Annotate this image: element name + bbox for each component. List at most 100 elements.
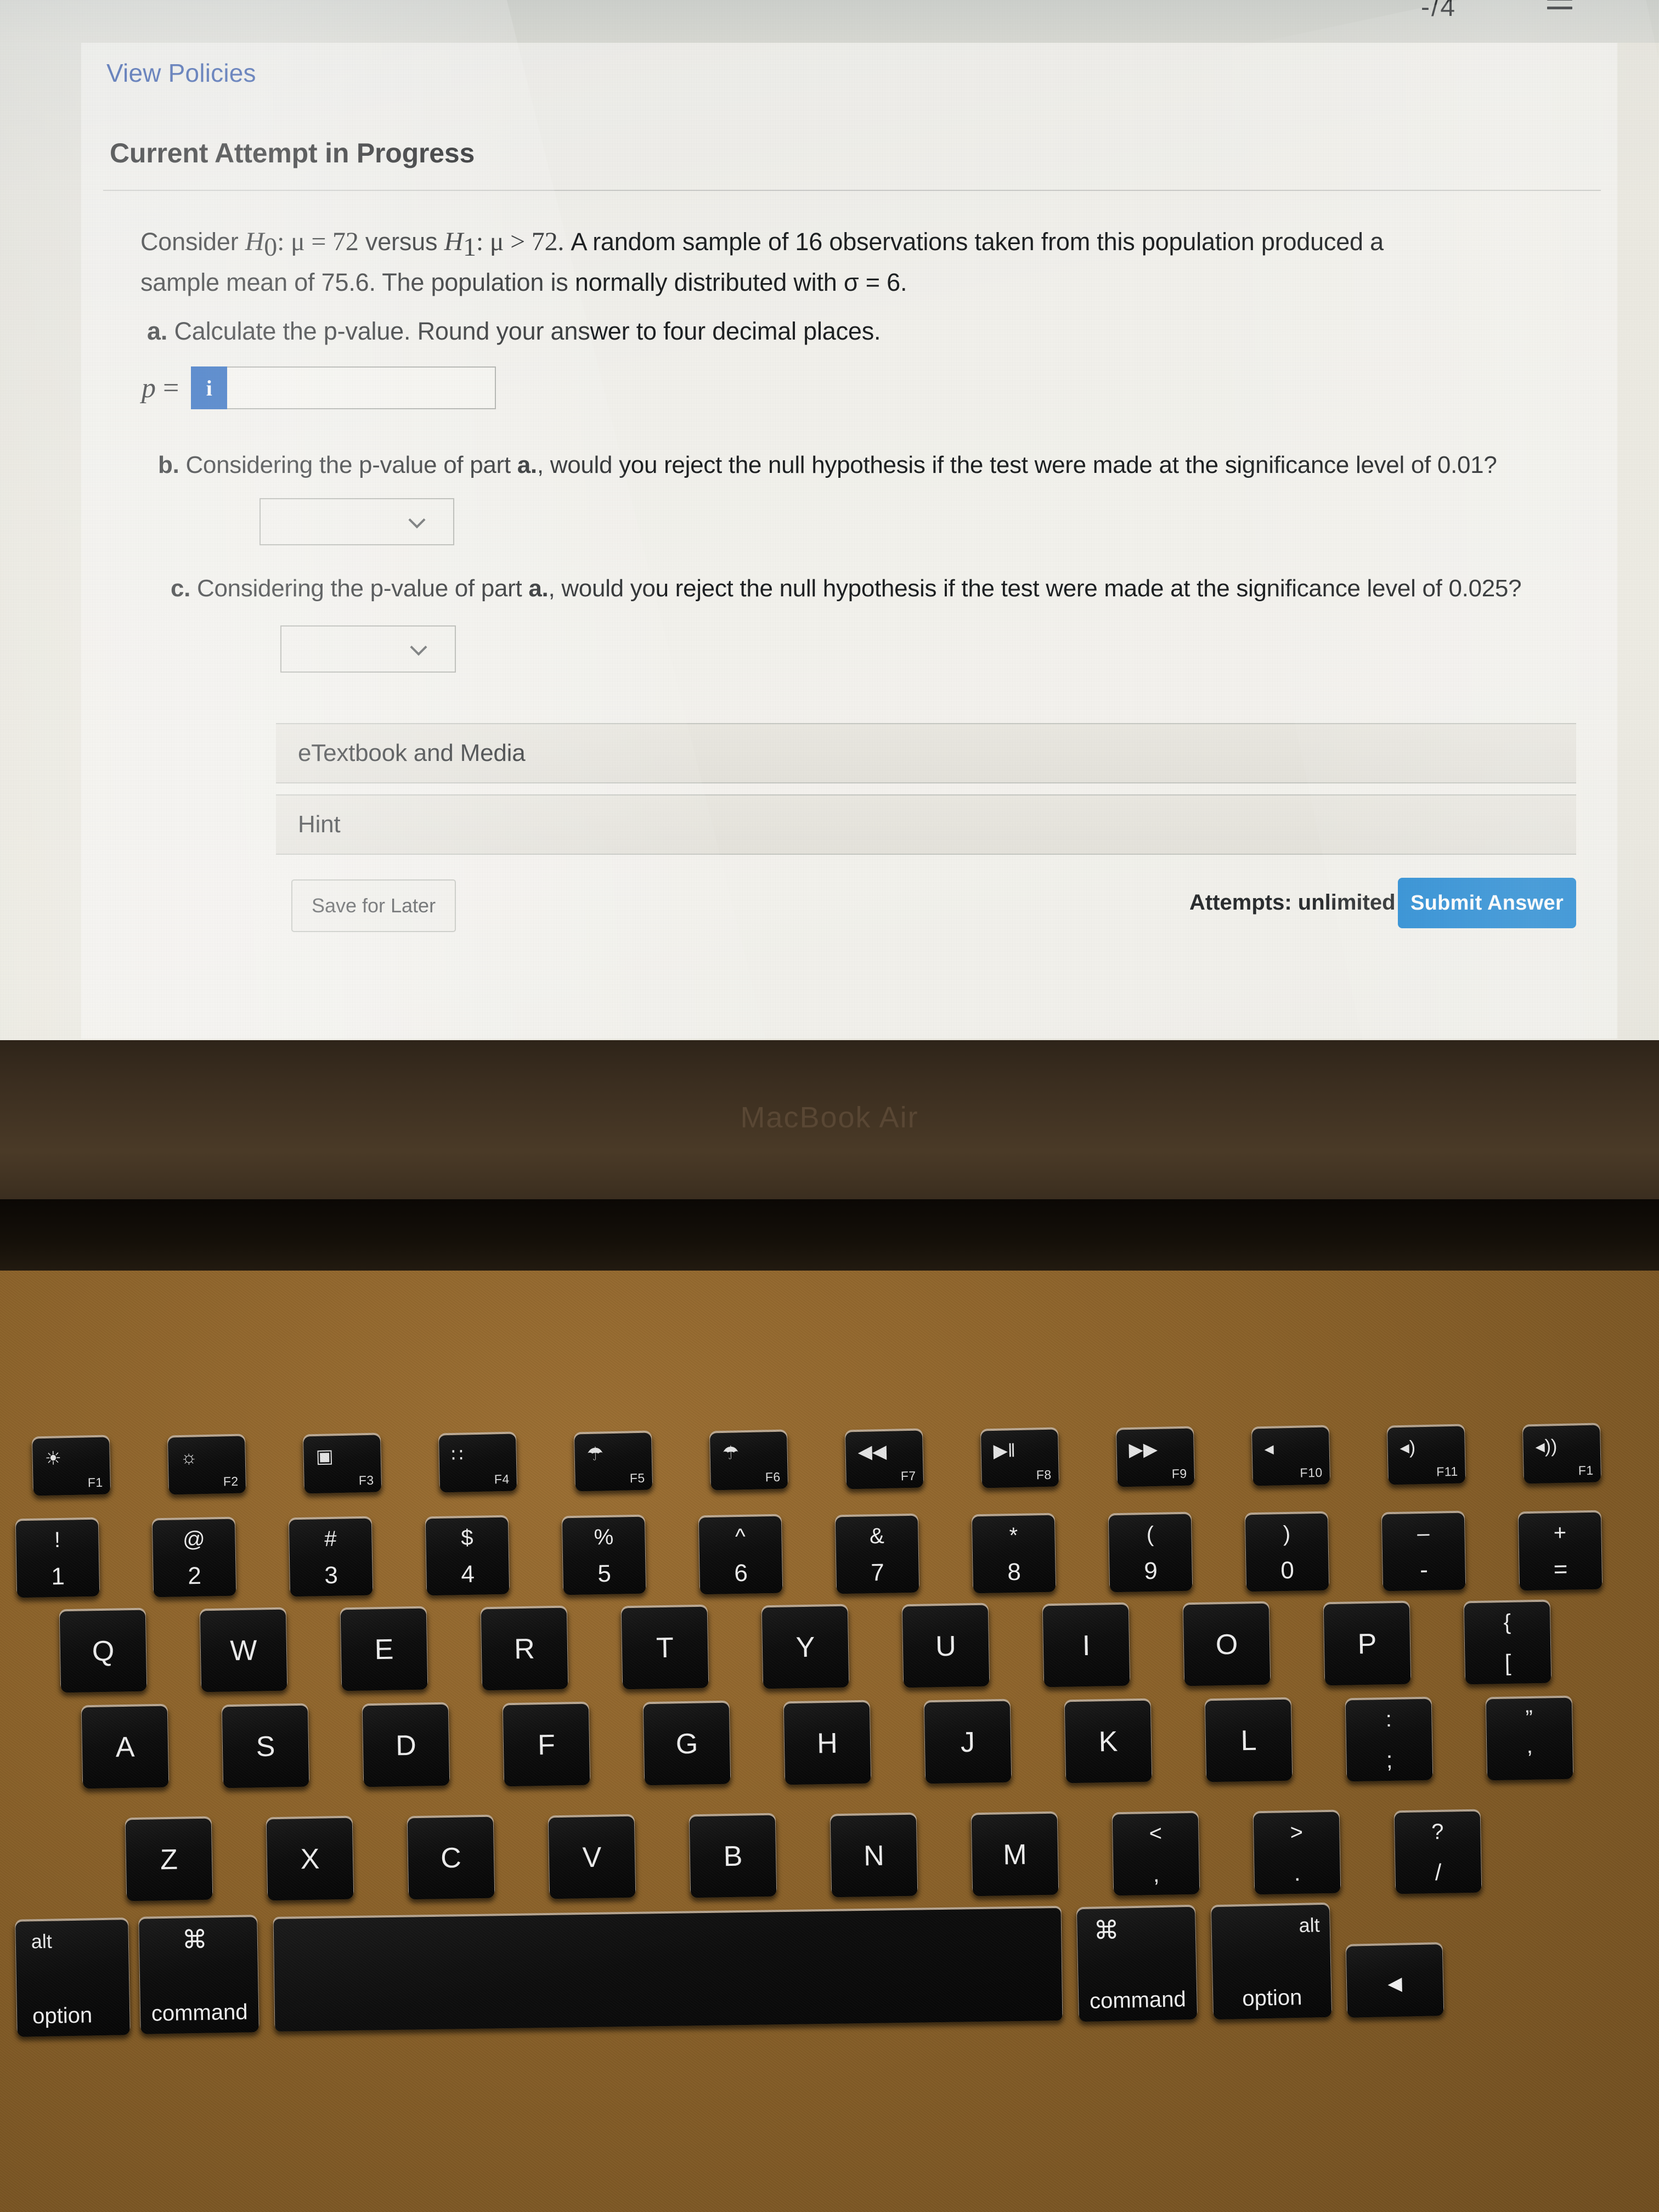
key-a[interactable]: A (81, 1706, 169, 1789)
key-letter-glyph: Q (92, 1635, 115, 1668)
key-f1-0[interactable]: ☀ F1 (32, 1437, 111, 1496)
key-g[interactable]: G (643, 1702, 731, 1786)
view-policies-link[interactable]: View Policies (106, 58, 256, 88)
key-f7-6[interactable]: ◀◀ F7 (845, 1430, 924, 1489)
key-upper-glyph: $ (460, 1526, 473, 1550)
key-x[interactable]: X (266, 1818, 354, 1900)
key-command-left[interactable]: ⌘ command (139, 1917, 259, 2034)
key-9[interactable]: (9 (1108, 1514, 1193, 1593)
key-r[interactable]: R (481, 1607, 568, 1690)
key-0[interactable]: ) 0 (1245, 1513, 1329, 1592)
key-bracket-left[interactable]: {[ (1464, 1601, 1551, 1685)
key-spacebar[interactable] (273, 1908, 1063, 2032)
p-value-answer-row: p = i (142, 366, 496, 409)
key-n[interactable]: N (830, 1814, 918, 1897)
key-letter-glyph: U (935, 1630, 957, 1663)
fkey-label: F2 (223, 1474, 239, 1489)
key-l[interactable]: L (1205, 1699, 1293, 1782)
key-f[interactable]: F (503, 1703, 590, 1786)
part-c-select[interactable] (280, 625, 456, 673)
fkey-label: F4 (494, 1471, 510, 1487)
key-f6-5[interactable]: ☂ F6 (709, 1431, 788, 1491)
key-o[interactable]: O (1183, 1603, 1271, 1686)
key-f8-7[interactable]: ▶‖ F8 (980, 1429, 1059, 1488)
key-6[interactable]: ^ 6 (698, 1516, 783, 1595)
key-j[interactable]: J (924, 1701, 1012, 1784)
part-b-select[interactable] (259, 498, 454, 545)
key-k[interactable]: K (1064, 1700, 1152, 1783)
part-b-text-1: Considering the p-value of part (179, 452, 517, 478)
key-m[interactable]: M (971, 1813, 1059, 1897)
key-upper-glyph: < (1149, 1821, 1163, 1846)
key-4[interactable]: $4 (425, 1517, 510, 1596)
key-f5-4[interactable]: ☂ F5 (574, 1432, 653, 1492)
keyboard-backlight-down-icon: ☂ (586, 1443, 604, 1465)
key-f11-10[interactable]: ◂) F11 (1387, 1426, 1466, 1485)
hint-accordion[interactable]: Hint (276, 794, 1576, 855)
key-5[interactable]: % 5 (562, 1516, 646, 1595)
mission-control-icon: ▣ (315, 1446, 334, 1468)
hamburger-menu-icon[interactable] (1547, 0, 1577, 23)
key-option-right[interactable]: alt option (1211, 1904, 1332, 2020)
key-f2-1[interactable]: ☼ F2 (167, 1436, 246, 1495)
key-f9-8[interactable]: ▶▶ F9 (1116, 1428, 1195, 1487)
key-f1-11[interactable]: ◂)) F1 (1522, 1425, 1601, 1484)
versus-text: versus (358, 228, 444, 256)
part-c-dropdown[interactable] (280, 625, 456, 673)
key-2[interactable]: @2 (152, 1519, 236, 1598)
key-command-label: command (151, 2000, 248, 2026)
h1-statement: : μ > 72. (476, 227, 565, 256)
key-v[interactable]: V (548, 1816, 636, 1899)
key-3[interactable]: #3 (289, 1518, 373, 1596)
attempts-status: Attempts: unlimited (1189, 890, 1396, 915)
key-c[interactable]: C (407, 1816, 495, 1900)
key-t[interactable]: T (621, 1606, 709, 1690)
key-arrow-left[interactable]: ◀ (1346, 1944, 1444, 2018)
key-letter-glyph: E (374, 1633, 394, 1666)
key-1[interactable]: ! 1 (15, 1519, 100, 1598)
key-option-left[interactable]: alt option (15, 1920, 130, 2037)
key-f10-9[interactable]: ◂ F10 (1251, 1427, 1330, 1486)
fkey-label: F5 (629, 1470, 645, 1486)
key-y[interactable]: Y (761, 1606, 849, 1689)
key-slash[interactable]: ? / (1394, 1811, 1482, 1894)
submit-answer-button[interactable]: Submit Answer (1398, 878, 1576, 928)
key-i[interactable]: I (1042, 1604, 1130, 1687)
p-value-input[interactable] (227, 366, 496, 409)
key-b[interactable]: B (689, 1815, 777, 1898)
key-command-right[interactable]: ⌘ command (1076, 1906, 1198, 2022)
key-w[interactable]: W (200, 1609, 287, 1692)
key-7[interactable]: & 7 (835, 1515, 919, 1594)
key-upper-glyph: * (1009, 1523, 1018, 1548)
key-u[interactable]: U (902, 1605, 990, 1688)
key-d[interactable]: D (362, 1704, 450, 1787)
key-p[interactable]: P (1323, 1602, 1411, 1685)
part-b-dropdown[interactable] (259, 498, 454, 545)
fkey-label: F1 (87, 1475, 103, 1490)
key-letter-glyph: X (300, 1843, 320, 1875)
macbook-air-label: MacBook Air (740, 1101, 919, 1134)
key-letter-glyph: O (1215, 1628, 1238, 1661)
h1-subscript: 1 (463, 233, 476, 262)
key-letter-glyph: I (1082, 1629, 1091, 1662)
key-=[interactable]: + = (1518, 1512, 1602, 1591)
key-q[interactable]: Q (59, 1610, 147, 1693)
key-period[interactable]: >. (1253, 1812, 1341, 1895)
key-comma[interactable]: <, (1112, 1813, 1200, 1895)
key-h[interactable]: H (783, 1702, 871, 1785)
hinge-gap (0, 1199, 1659, 1271)
key-f3-2[interactable]: ▣ F3 (303, 1435, 382, 1494)
key-quote[interactable]: ”’ (1486, 1697, 1573, 1781)
key-f4-3[interactable]: ∷ F4 (438, 1434, 517, 1493)
part-c-prompt: c. Considering the p-value of part a., w… (171, 575, 1522, 602)
key--[interactable]: – - (1381, 1513, 1466, 1592)
key-semicolon[interactable]: :; (1345, 1699, 1433, 1781)
key-s[interactable]: S (222, 1705, 309, 1788)
key-8[interactable]: * 8 (972, 1515, 1056, 1593)
key-letter-glyph: V (582, 1841, 602, 1874)
key-z[interactable]: Z (125, 1818, 213, 1901)
key-e[interactable]: E (340, 1608, 428, 1691)
etextbook-and-media-accordion[interactable]: eTextbook and Media (276, 723, 1576, 783)
save-for-later-button[interactable]: Save for Later (291, 879, 456, 932)
info-icon[interactable]: i (191, 366, 228, 409)
